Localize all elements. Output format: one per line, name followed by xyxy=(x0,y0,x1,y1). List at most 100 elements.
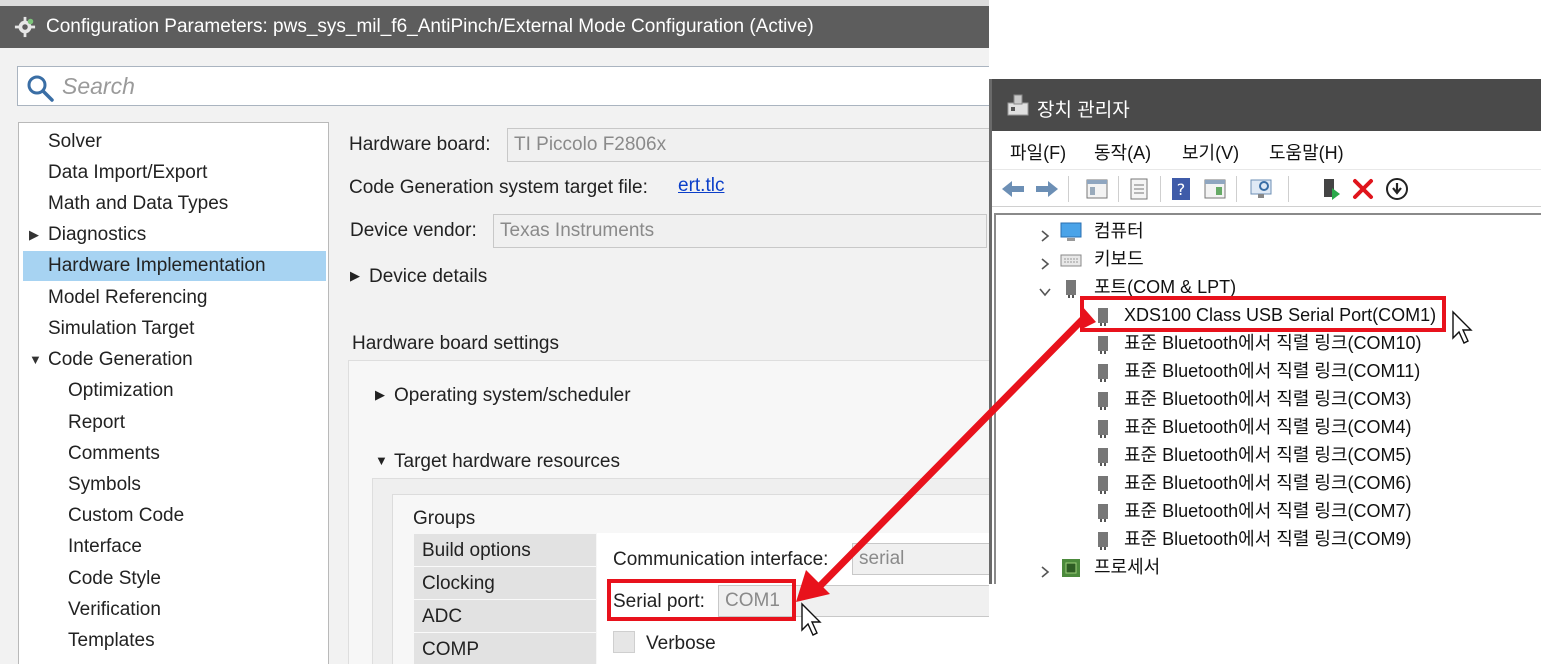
port-item-bluetooth-com10[interactable]: 표준 Bluetooth에서 직렬 링크(COM10) xyxy=(1124,329,1422,357)
hardware-board-settings-heading: Hardware board settings xyxy=(352,333,559,354)
os-scheduler-toggle[interactable]: Operating system/scheduler xyxy=(394,385,631,407)
collapse-triangle-icon[interactable]: ▼ xyxy=(375,453,388,468)
expand-triangle-icon[interactable]: ▶ xyxy=(375,387,385,403)
device-manager-icon xyxy=(1007,94,1029,116)
port-icon xyxy=(1066,280,1076,298)
tree-item-label: Code Style xyxy=(68,568,161,589)
chevron-right-icon[interactable] xyxy=(1038,565,1052,579)
tree-item-label: Custom Code xyxy=(68,505,185,526)
tree-item-templates[interactable]: Templates xyxy=(23,626,326,656)
menu-view[interactable]: 보기(V) xyxy=(1182,139,1239,165)
device-manager-toolbar: ? xyxy=(992,169,1541,207)
groups-label: Groups xyxy=(413,508,476,529)
tree-item-label: Comments xyxy=(68,443,160,464)
device-vendor-select[interactable]: Texas Instruments xyxy=(493,214,987,248)
tree-item-interface[interactable]: Interface xyxy=(23,532,326,562)
port-icon xyxy=(1098,476,1108,494)
port-item-bluetooth-com11[interactable]: 표준 Bluetooth에서 직렬 링크(COM11) xyxy=(1124,357,1420,385)
tree-item-label: Optimization xyxy=(68,380,174,401)
tree-item-code-style[interactable]: Code Style xyxy=(23,564,326,594)
view-icon[interactable] xyxy=(1202,176,1228,202)
back-arrow-icon[interactable] xyxy=(1000,176,1026,202)
xds100-highlight-box xyxy=(1080,296,1446,332)
verbose-checkbox[interactable] xyxy=(613,631,635,653)
tree-item-label: Data Import/Export xyxy=(48,162,208,183)
config-parameters-window: Configuration Parameters: pws_sys_mil_f6… xyxy=(0,0,989,664)
tree-item-label: Templates xyxy=(68,630,155,651)
tree-item-symbols[interactable]: Symbols xyxy=(23,470,326,500)
tree-item-custom-code[interactable]: Custom Code xyxy=(23,501,326,531)
tree-item-label: Interface xyxy=(68,536,142,557)
port-item-bluetooth-com4[interactable]: 표준 Bluetooth에서 직렬 링크(COM4) xyxy=(1124,413,1412,441)
port-item-bluetooth-com6[interactable]: 표준 Bluetooth에서 직렬 링크(COM6) xyxy=(1124,469,1412,497)
menu-file[interactable]: 파일(F) xyxy=(1010,139,1066,165)
port-icon xyxy=(1098,420,1108,438)
tree-item-simulation-target[interactable]: Simulation Target xyxy=(23,314,326,344)
tree-item-verification[interactable]: Verification xyxy=(23,595,326,625)
menu-action[interactable]: 동작(A) xyxy=(1094,139,1151,165)
tree-item-label: Model Referencing xyxy=(48,287,208,308)
ert-tlc-link[interactable]: ert.tlc xyxy=(678,175,724,197)
tree-item-label: Math and Data Types xyxy=(48,193,229,214)
group-item-adc[interactable]: ADC xyxy=(414,600,596,633)
group-item-clocking[interactable]: Clocking xyxy=(414,567,596,600)
chevron-down-icon[interactable] xyxy=(1038,285,1052,299)
collapse-triangle-icon[interactable]: ▼ xyxy=(29,345,42,375)
port-item-bluetooth-com3[interactable]: 표준 Bluetooth에서 직렬 링크(COM3) xyxy=(1124,385,1412,413)
tree-item-math-and-data-types[interactable]: Math and Data Types xyxy=(23,189,326,219)
tree-item-comments[interactable]: Comments xyxy=(23,439,326,469)
device-details-toggle[interactable]: Device details xyxy=(369,266,487,288)
tree-item-label: Solver xyxy=(48,131,102,152)
tree-item-label: Simulation Target xyxy=(48,318,195,339)
tree-item-solver[interactable]: Solver xyxy=(23,127,326,157)
search-placeholder: Search xyxy=(62,73,135,99)
forward-arrow-icon[interactable] xyxy=(1034,176,1060,202)
port-item-bluetooth-com5[interactable]: 표준 Bluetooth에서 직렬 링크(COM5) xyxy=(1124,441,1412,469)
tree-processor[interactable]: 프로세서 xyxy=(1094,553,1160,581)
hardware-board-select[interactable]: TI Piccolo F2806x xyxy=(507,128,989,162)
search-icon xyxy=(27,75,54,102)
group-item-build-options[interactable]: Build options xyxy=(414,534,596,567)
device-manager-menubar: 파일(F) 동작(A) 보기(V) 도움말(H) xyxy=(992,131,1541,169)
properties-pane-icon[interactable] xyxy=(1084,176,1110,202)
download-circle-icon[interactable] xyxy=(1384,176,1410,202)
comm-interface-select[interactable]: serial xyxy=(852,543,989,575)
tree-item-label: Verification xyxy=(68,599,161,620)
tree-item-optimization[interactable]: Optimization xyxy=(23,376,326,406)
search-box[interactable]: Search xyxy=(17,66,989,106)
chevron-right-icon[interactable] xyxy=(1038,229,1052,243)
expand-triangle-icon[interactable]: ▶ xyxy=(29,220,39,250)
port-item-bluetooth-com9[interactable]: 표준 Bluetooth에서 직렬 링크(COM9) xyxy=(1124,525,1412,553)
gear-icon xyxy=(14,16,36,38)
tree-computer[interactable]: 컴퓨터 xyxy=(1094,217,1144,245)
config-window-title: Configuration Parameters: pws_sys_mil_f6… xyxy=(46,16,814,37)
tree-item-diagnostics[interactable]: ▶ Diagnostics xyxy=(23,220,326,250)
hardware-board-label: Hardware board: xyxy=(349,134,491,155)
device-tree: 컴퓨터 키보드 포트(COM & LPT) XDS100 Class USB S… xyxy=(994,213,1541,584)
chevron-right-icon[interactable] xyxy=(1038,257,1052,271)
menu-help[interactable]: 도움말(H) xyxy=(1269,139,1344,165)
scan-hardware-icon[interactable] xyxy=(1248,176,1274,202)
tree-item-report[interactable]: Report xyxy=(23,408,326,438)
tree-keyboard[interactable]: 키보드 xyxy=(1094,245,1144,273)
target-hw-resources-toggle[interactable]: Target hardware resources xyxy=(394,451,620,473)
device-manager-titlebar[interactable]: 장치 관리자 xyxy=(992,79,1541,131)
group-item-comp[interactable]: COMP xyxy=(414,633,596,664)
help-icon[interactable]: ? xyxy=(1168,176,1194,202)
port-item-bluetooth-com7[interactable]: 표준 Bluetooth에서 직렬 링크(COM7) xyxy=(1124,497,1412,525)
port-icon xyxy=(1098,336,1108,354)
config-titlebar[interactable]: Configuration Parameters: pws_sys_mil_f6… xyxy=(0,6,989,48)
uninstall-x-icon[interactable] xyxy=(1350,176,1376,202)
tree-item-hardware-implementation[interactable]: Hardware Implementation xyxy=(23,251,326,281)
tree-item-data-import-export[interactable]: Data Import/Export xyxy=(23,158,326,188)
port-icon xyxy=(1098,448,1108,466)
tree-item-model-referencing[interactable]: Model Referencing xyxy=(23,283,326,313)
tree-item-code-generation[interactable]: ▼ Code Generation xyxy=(23,345,326,375)
serial-port-highlight-box xyxy=(607,579,796,621)
properties-icon[interactable] xyxy=(1126,176,1152,202)
expand-triangle-icon[interactable]: ▶ xyxy=(350,268,360,284)
tree-item-label: Report xyxy=(68,412,126,433)
update-driver-icon[interactable] xyxy=(1318,176,1344,202)
comm-interface-label: Communication interface: xyxy=(613,549,829,570)
tree-item-label: Code Generation xyxy=(48,349,193,370)
